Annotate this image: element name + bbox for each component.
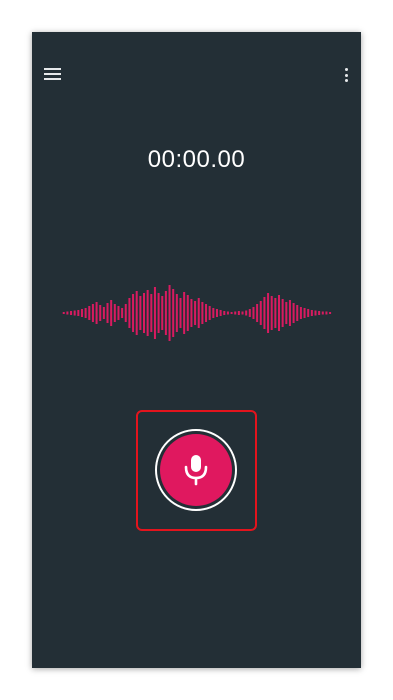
waveform-bar [88, 306, 91, 320]
waveform-bar [278, 295, 281, 331]
hamburger-menu-icon[interactable] [44, 68, 61, 81]
waveform-bar [117, 306, 120, 320]
waveform-bar [241, 311, 244, 315]
microphone-icon [184, 455, 208, 486]
waveform-bar [161, 296, 164, 330]
waveform-bar [288, 300, 291, 326]
waveform-bar [172, 289, 175, 337]
app-screen: 00:00.00 [32, 32, 361, 668]
waveform-bar [307, 309, 310, 317]
waveform-bar [281, 299, 284, 327]
waveform-bar [325, 311, 328, 315]
waveform-bar [197, 298, 200, 328]
waveform-bar [99, 305, 102, 321]
waveform-bar [150, 294, 153, 332]
waveform-bar [62, 312, 65, 314]
waveform-bar [296, 305, 299, 321]
waveform-bar [143, 293, 146, 333]
waveform-bar [299, 307, 302, 319]
waveform-bar [113, 304, 116, 322]
waveform-bar [270, 296, 273, 330]
waveform-bar [237, 311, 240, 315]
waveform-bar [168, 285, 171, 341]
waveform-bar [208, 306, 211, 320]
waveform-bar [128, 298, 131, 328]
waveform-bar [157, 293, 160, 333]
waveform-bar [95, 302, 98, 324]
waveform-bar [303, 308, 306, 318]
waveform-bar [267, 293, 270, 333]
waveform-bar [110, 300, 113, 326]
recording-timer: 00:00.00 [147, 146, 246, 173]
waveform-bar [91, 304, 94, 322]
waveform-bar [219, 310, 222, 316]
record-button-highlight [136, 410, 257, 531]
waveform-bar [248, 309, 251, 317]
waveform-bar [77, 310, 80, 316]
waveform-bar [66, 311, 69, 315]
waveform-bar [245, 310, 248, 316]
waveform-bar [310, 310, 313, 316]
waveform-bar [132, 294, 135, 332]
waveform-bar [318, 311, 321, 315]
waveform-bar [73, 310, 76, 316]
waveform-bar [106, 303, 109, 323]
waveform-bar [256, 304, 259, 322]
waveform-bar [179, 298, 182, 328]
waveform-bar [252, 307, 255, 319]
waveform-bar [146, 290, 149, 336]
waveform-bar [139, 296, 142, 330]
waveform-bar [121, 308, 124, 318]
waveform-bar [153, 287, 156, 339]
waveform-bar [212, 308, 215, 318]
more-vert-icon[interactable] [343, 68, 349, 84]
waveform-bar [263, 297, 266, 329]
waveform-bar [80, 309, 83, 317]
waveform-bar [124, 304, 127, 322]
waveform-bar [175, 294, 178, 332]
waveform-bar [314, 310, 317, 316]
waveform-bar [70, 311, 73, 315]
waveform-bar [186, 295, 189, 331]
waveform-bar [194, 301, 197, 325]
waveform-bar [230, 312, 233, 314]
waveform-bar [135, 291, 138, 335]
waveform-bar [183, 292, 186, 334]
waveform-bar [102, 307, 105, 319]
waveform-bar [321, 311, 324, 315]
record-button[interactable] [155, 429, 237, 511]
waveform-bar [234, 311, 237, 315]
waveform-bar [164, 291, 167, 335]
waveform-bar [259, 301, 262, 325]
waveform-bar [190, 299, 193, 327]
audio-waveform [62, 285, 332, 341]
waveform-bar [329, 312, 332, 314]
waveform-bar [285, 302, 288, 324]
waveform-bar [226, 311, 229, 315]
waveform-bar [84, 308, 87, 318]
waveform-bar [205, 304, 208, 322]
waveform-bar [223, 311, 226, 315]
record-button-fill [160, 434, 232, 506]
waveform-bar [215, 309, 218, 317]
waveform-bar [274, 298, 277, 328]
waveform-bar [292, 303, 295, 323]
waveform-bar [201, 302, 204, 324]
